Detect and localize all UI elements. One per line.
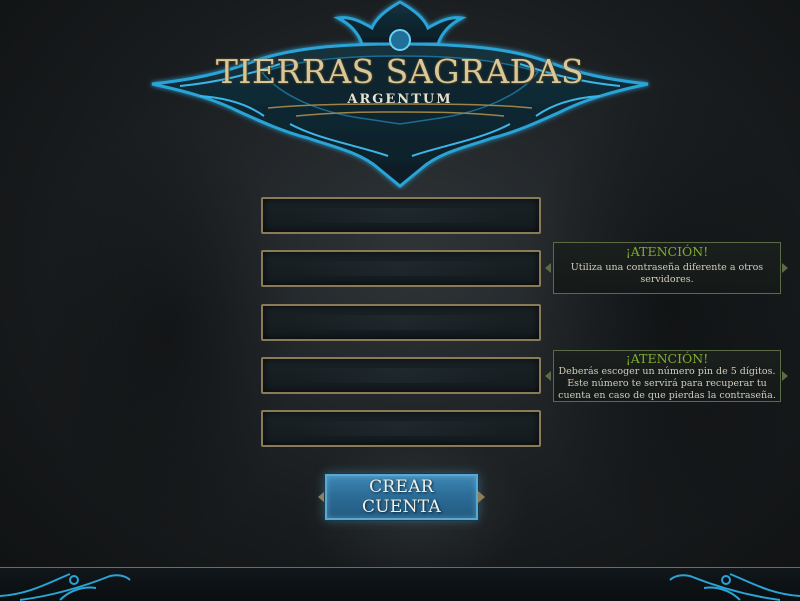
note-body: Deberás escoger un número pin de 5 dígit… [558, 366, 776, 401]
logo-title: TIERRAS SAGRADAS [215, 52, 585, 91]
password-confirm-input[interactable] [263, 306, 539, 339]
account-name-input[interactable] [263, 199, 539, 232]
account-field-1[interactable] [261, 197, 541, 234]
footer-bar [0, 567, 800, 601]
password-input[interactable] [263, 252, 539, 285]
footer-ornament-right-icon [669, 573, 800, 601]
logo-subtitle: ARGENTUM [347, 92, 453, 107]
email-input[interactable] [263, 412, 539, 445]
footer-ornament-left-icon [0, 573, 131, 601]
account-field-3[interactable] [261, 304, 541, 341]
password-attention-note: ¡ATENCIÓN! Utiliza una contraseña difere… [545, 242, 788, 294]
account-field-5[interactable] [261, 410, 541, 447]
button-ornament-left-icon [318, 491, 325, 503]
account-field-4[interactable] [261, 357, 541, 394]
game-logo: TIERRAS SAGRADAS ARGENTUM [140, 0, 660, 190]
pin-attention-note: ¡ATENCIÓN! Deberás escoger un número pin… [545, 350, 788, 402]
create-account-button[interactable]: CREAR CUENTA [324, 473, 479, 521]
button-ornament-right-icon [478, 491, 485, 503]
note-title: ¡ATENCIÓN! [625, 351, 709, 366]
pin-input[interactable] [263, 359, 539, 392]
account-field-2[interactable] [261, 250, 541, 287]
note-body: Utiliza una contraseña diferente a otros… [570, 262, 764, 285]
note-title: ¡ATENCIÓN! [625, 244, 709, 259]
